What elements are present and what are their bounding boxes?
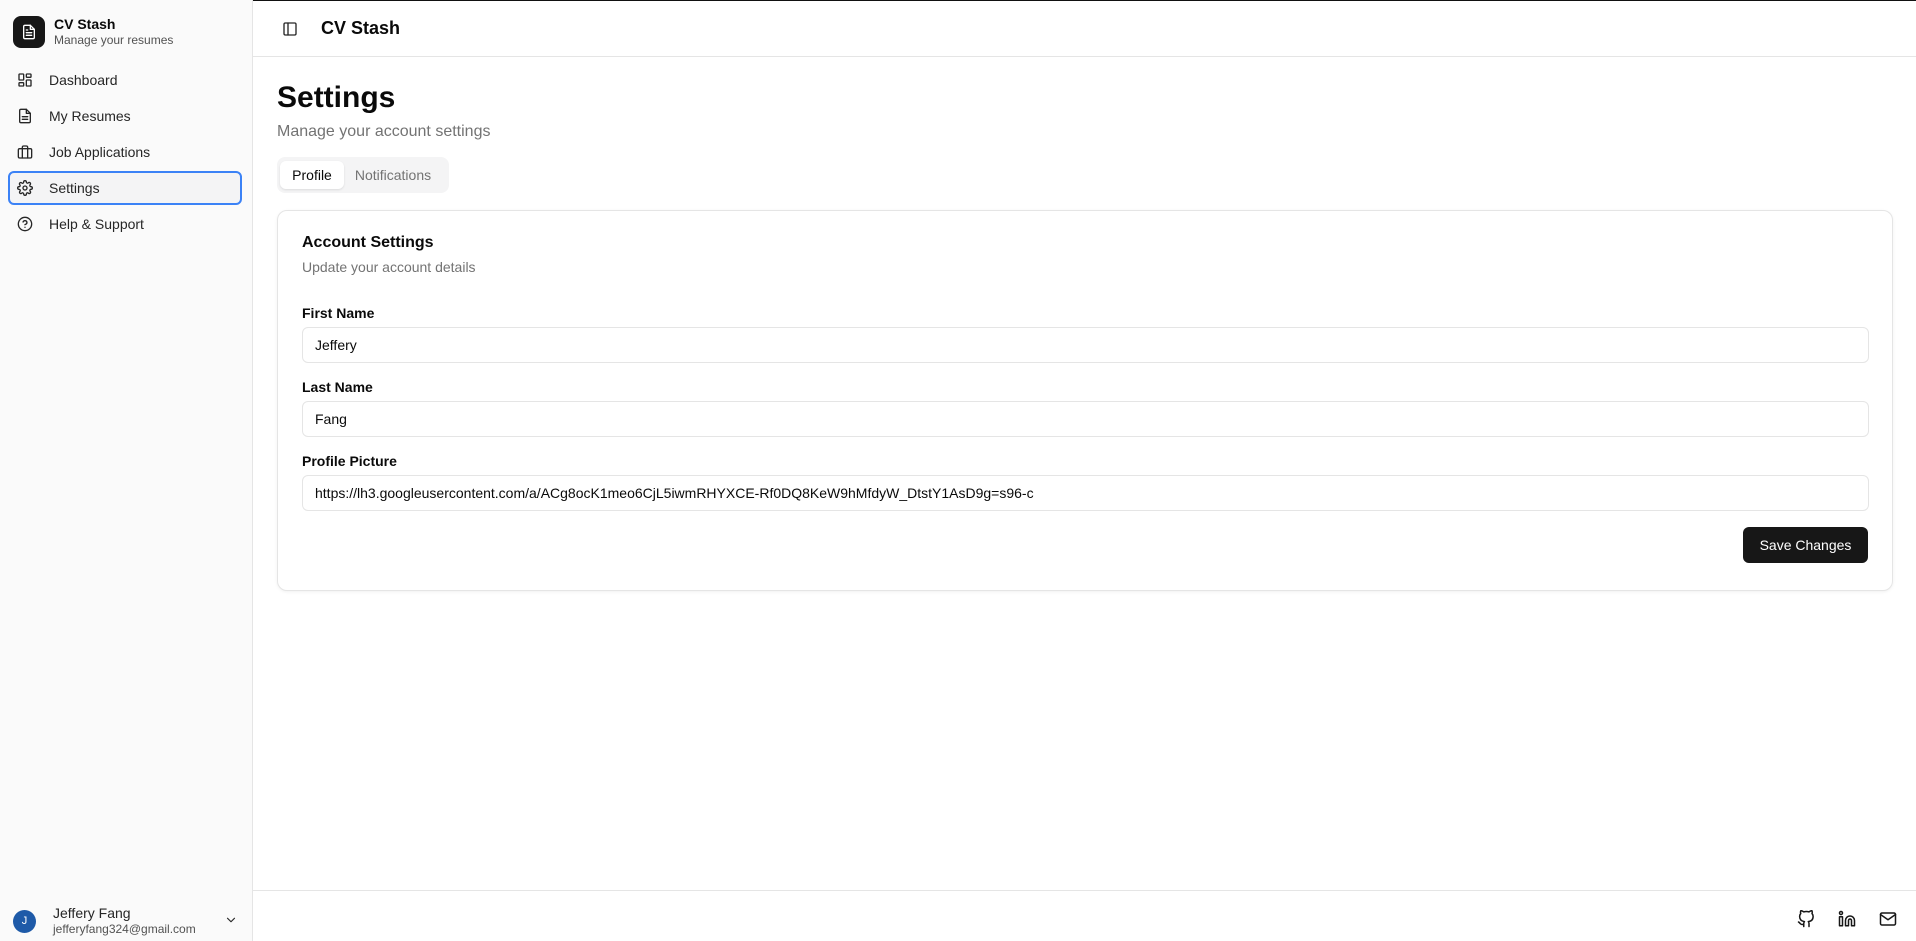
save-changes-button[interactable]: Save Changes xyxy=(1743,527,1868,563)
gear-icon xyxy=(17,180,33,196)
linkedin-icon[interactable] xyxy=(1837,909,1857,929)
profile-picture-label: Profile Picture xyxy=(302,453,397,469)
header-title: CV Stash xyxy=(321,18,401,38)
github-icon[interactable] xyxy=(1796,909,1816,929)
footer xyxy=(253,890,1916,941)
sidebar-item-my-resumes[interactable]: My Resumes xyxy=(8,99,242,133)
dashboard-icon xyxy=(17,72,33,88)
profile-picture-field[interactable] xyxy=(302,475,1869,511)
sidebar-item-label: My Resumes xyxy=(49,108,131,124)
tab-profile[interactable]: Profile xyxy=(280,161,344,189)
brand-title: CV Stash xyxy=(54,16,116,32)
sidebar: CV Stash Manage your resumes Dashboard M… xyxy=(0,0,253,941)
tab-notifications[interactable]: Notifications xyxy=(344,161,442,189)
sidebar-item-label: Help & Support xyxy=(49,216,144,232)
sidebar-item-job-applications[interactable]: Job Applications xyxy=(8,135,242,169)
first-name-field[interactable] xyxy=(302,327,1869,363)
sidebar-item-label: Job Applications xyxy=(49,144,151,160)
sidebar-nav: Dashboard My Resumes Job Applications Se… xyxy=(8,63,242,243)
sidebar-item-settings[interactable]: Settings xyxy=(8,171,242,205)
sidebar-toggle-icon[interactable] xyxy=(281,20,299,38)
chevron-down-icon[interactable] xyxy=(224,913,238,932)
resume-file-icon xyxy=(13,16,45,48)
file-icon xyxy=(17,108,33,124)
avatar: J xyxy=(13,909,36,933)
help-circle-icon xyxy=(17,216,33,232)
sidebar-item-label: Settings xyxy=(49,180,100,196)
account-settings-card: Account Settings Update your account det… xyxy=(277,210,1893,591)
briefcase-icon xyxy=(17,144,33,160)
user-name: Jeffery Fang xyxy=(53,905,131,921)
page-subtitle: Manage your account settings xyxy=(277,123,491,140)
mail-icon[interactable] xyxy=(1878,909,1898,929)
sidebar-item-label: Dashboard xyxy=(49,72,118,88)
page-title: Settings xyxy=(277,81,396,114)
last-name-field[interactable] xyxy=(302,401,1869,437)
sidebar-item-dashboard[interactable]: Dashboard xyxy=(8,63,242,97)
card-subtitle: Update your account details xyxy=(302,259,476,275)
settings-tabs: Profile Notifications xyxy=(277,157,449,193)
social-links xyxy=(1775,909,1898,929)
card-title: Account Settings xyxy=(302,234,434,251)
brand-tagline: Manage your resumes xyxy=(54,33,174,47)
sidebar-item-help-support[interactable]: Help & Support xyxy=(8,207,242,241)
user-menu[interactable]: J Jeffery Fang jefferyfang324@gmail.com xyxy=(13,903,238,939)
last-name-label: Last Name xyxy=(302,379,373,395)
user-email: jefferyfang324@gmail.com xyxy=(53,922,196,936)
first-name-label: First Name xyxy=(302,305,375,321)
brand[interactable]: CV Stash Manage your resumes xyxy=(13,16,173,48)
top-header: CV Stash xyxy=(253,0,1916,57)
